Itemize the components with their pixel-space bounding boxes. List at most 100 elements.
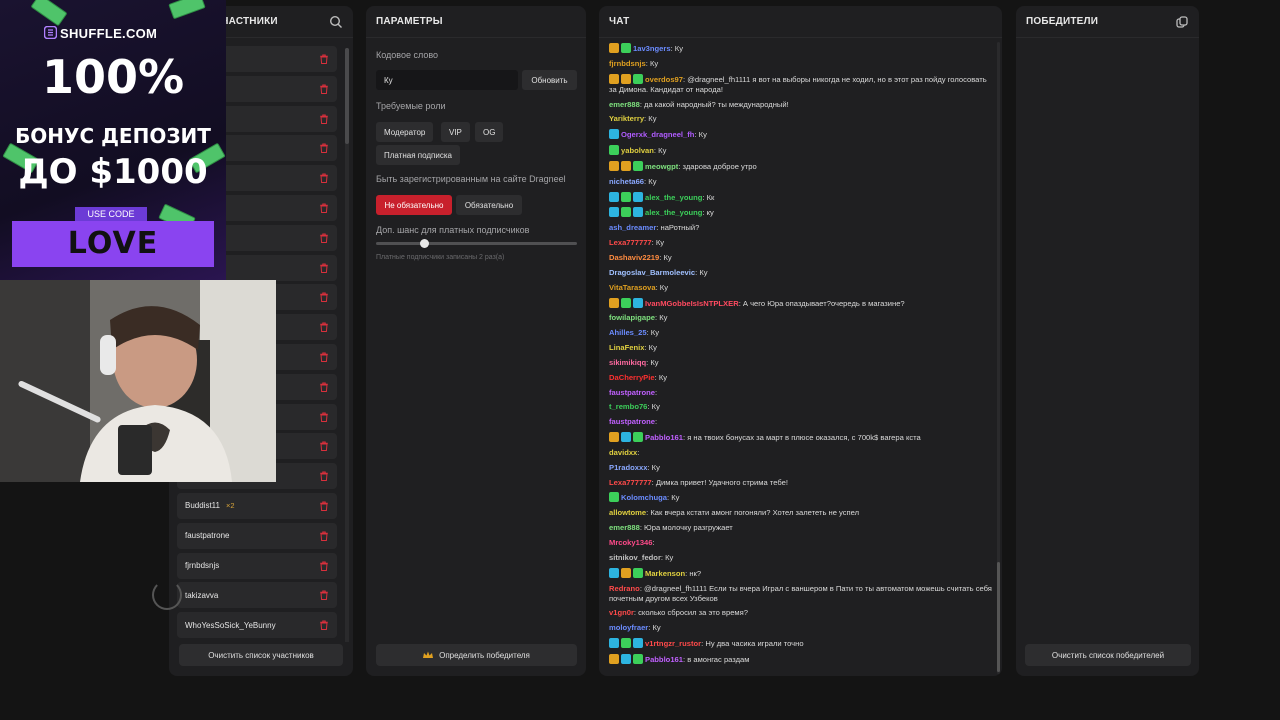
trash-icon[interactable]: [319, 233, 329, 243]
chat-text: : Как вчера кстати амонг погоняли? Хотел…: [646, 508, 860, 518]
winners-panel: ПОБЕДИТЕЛИ Очистить список победителей: [1016, 6, 1199, 676]
trash-icon[interactable]: [319, 620, 329, 631]
chat-username[interactable]: Mrcoky1346: [609, 538, 652, 547]
update-button[interactable]: Обновить: [522, 70, 577, 90]
chat-scrollbar[interactable]: [997, 42, 1000, 674]
chat-username[interactable]: Kolomchuga: [621, 493, 667, 502]
webcam-overlay: [0, 280, 276, 482]
promo-overlay: SHUFFLE.COM 100% БОНУС ДЕПОЗИТ ДО $1000 …: [0, 0, 226, 280]
chat-username[interactable]: nicheta66: [609, 177, 644, 186]
trash-icon[interactable]: [319, 203, 329, 213]
participant-row[interactable]: takizavva: [177, 582, 337, 609]
clear-participants-button[interactable]: Очистить список участников: [179, 644, 343, 666]
chat-username[interactable]: allowtome: [609, 508, 646, 517]
chat-username[interactable]: emer888: [609, 523, 640, 532]
chat-username[interactable]: Pabblo161: [645, 433, 683, 442]
participant-row[interactable]: Buddist11 ×2: [177, 492, 337, 519]
chat-username[interactable]: LinaFenix: [609, 343, 644, 352]
chat-text: : Ку: [694, 130, 707, 140]
chance-slider-knob[interactable]: [419, 239, 429, 248]
participant-name: fjrnbdsnjs: [185, 561, 220, 571]
trash-icon[interactable]: [319, 412, 329, 422]
chat-username[interactable]: Markenson: [645, 569, 685, 578]
chat-message: Kolomchuga: Ку: [609, 492, 994, 503]
chat-username[interactable]: alex_the_young: [645, 208, 702, 217]
chat-username[interactable]: Yarikterry: [609, 114, 644, 123]
required-button[interactable]: Обязательно: [456, 195, 522, 215]
chat-username[interactable]: Dragoslav_Barmoleevic: [609, 268, 695, 277]
chat-username[interactable]: moloyfraer: [609, 623, 648, 632]
chat-username[interactable]: yabolvan: [621, 146, 654, 155]
participants-scrollbar[interactable]: [345, 48, 349, 642]
not-required-button[interactable]: Не обязательно: [376, 195, 452, 215]
role-vip-button[interactable]: VIP: [441, 122, 470, 142]
chat-username[interactable]: IvanMGobbeIsIsNTPLXER: [645, 299, 739, 308]
chat-username[interactable]: overdos97: [645, 75, 683, 84]
chat-text: :: [652, 538, 655, 547]
chat-username[interactable]: P1radoxxx: [609, 463, 647, 472]
trash-icon[interactable]: [319, 84, 329, 94]
trash-icon[interactable]: [319, 173, 329, 184]
clear-winners-button[interactable]: Очистить список победителей: [1025, 644, 1191, 666]
chat-username[interactable]: meowgpt: [645, 162, 678, 171]
chat-username[interactable]: DaCherryPie: [609, 373, 655, 382]
trash-icon[interactable]: [319, 441, 329, 452]
role-og-button[interactable]: OG: [475, 122, 504, 142]
chat-username[interactable]: sitnikov_fedor: [609, 553, 661, 562]
chat-username[interactable]: sikimikiqq: [609, 358, 646, 367]
chat-username[interactable]: emer888: [609, 100, 640, 109]
trash-icon[interactable]: [319, 292, 329, 303]
role-paid-sub-button[interactable]: Платная подписка: [376, 145, 460, 165]
chance-slider[interactable]: [376, 239, 577, 248]
chat-username[interactable]: VitaTarasova: [609, 283, 656, 292]
trash-icon[interactable]: [319, 322, 329, 333]
chat-username[interactable]: 1av3ngers: [633, 44, 671, 53]
trash-icon[interactable]: [319, 114, 329, 124]
chat-message: Mrcoky1346:: [609, 538, 994, 548]
trash-icon[interactable]: [319, 501, 329, 511]
chat-username[interactable]: alex_the_young: [645, 193, 702, 202]
money-icon: [168, 0, 206, 20]
copy-icon[interactable]: [1175, 15, 1189, 29]
trash-icon[interactable]: [319, 590, 329, 601]
chat-message: faustpatrone:: [609, 388, 994, 398]
trash-icon[interactable]: [319, 263, 329, 273]
chat-username[interactable]: Lexa777777: [609, 478, 652, 487]
search-icon[interactable]: [329, 15, 343, 29]
chat-username[interactable]: davidxx: [609, 448, 637, 457]
trash-icon[interactable]: [319, 352, 329, 362]
chat-username[interactable]: Dashaviv2219: [609, 253, 659, 262]
chat-text: : Ку: [655, 313, 668, 323]
participant-row[interactable]: faustpatrone: [177, 522, 337, 549]
chat-username[interactable]: ash_dreamer: [609, 223, 656, 232]
chat-username[interactable]: Redrano: [609, 584, 640, 593]
chat-text: : Ку: [659, 252, 672, 262]
trash-icon[interactable]: [319, 531, 329, 541]
chat-username[interactable]: t_rembo76: [609, 402, 647, 411]
chat-username[interactable]: Ahilles_25: [609, 328, 647, 337]
chat-username[interactable]: fowilapigape: [609, 313, 655, 322]
keyword-input[interactable]: Ку: [376, 70, 518, 90]
chat-username[interactable]: faustpatrone: [609, 388, 655, 397]
chat-badge-icon: [609, 638, 619, 649]
chat-username[interactable]: faustpatrone: [609, 417, 655, 426]
chat-username[interactable]: Lexa777777: [609, 238, 652, 247]
trash-icon[interactable]: [319, 54, 329, 64]
chat-badge-icon: [633, 297, 643, 308]
chat-username[interactable]: v1gn0r: [609, 608, 634, 617]
trash-icon[interactable]: [319, 561, 329, 571]
participant-row[interactable]: fjrnbdsnjs: [177, 552, 337, 579]
chat-username[interactable]: Ogerxk_dragneel_fh: [621, 130, 694, 139]
trash-icon[interactable]: [319, 382, 329, 392]
trash-icon[interactable]: [319, 471, 329, 482]
participant-row[interactable]: WhoYesSoSick_YeBunny: [177, 612, 337, 639]
pick-winner-button[interactable]: Определить победителя: [376, 644, 577, 666]
promo-use-code-label: USE CODE: [75, 207, 147, 221]
trash-icon[interactable]: [319, 143, 329, 154]
chat-username[interactable]: fjrnbdsnjs: [609, 59, 646, 68]
chat-text: : Ку: [667, 493, 680, 503]
chat-panel: ЧАТ 1av3ngers: Ку fjrnbdsnjs: Ку overdos97…: [599, 6, 1002, 676]
chat-username[interactable]: Pabblo161: [645, 655, 683, 664]
chat-username[interactable]: v1rtngzr_rustor: [645, 639, 701, 648]
role-moderator-button[interactable]: Модератор: [376, 122, 434, 142]
